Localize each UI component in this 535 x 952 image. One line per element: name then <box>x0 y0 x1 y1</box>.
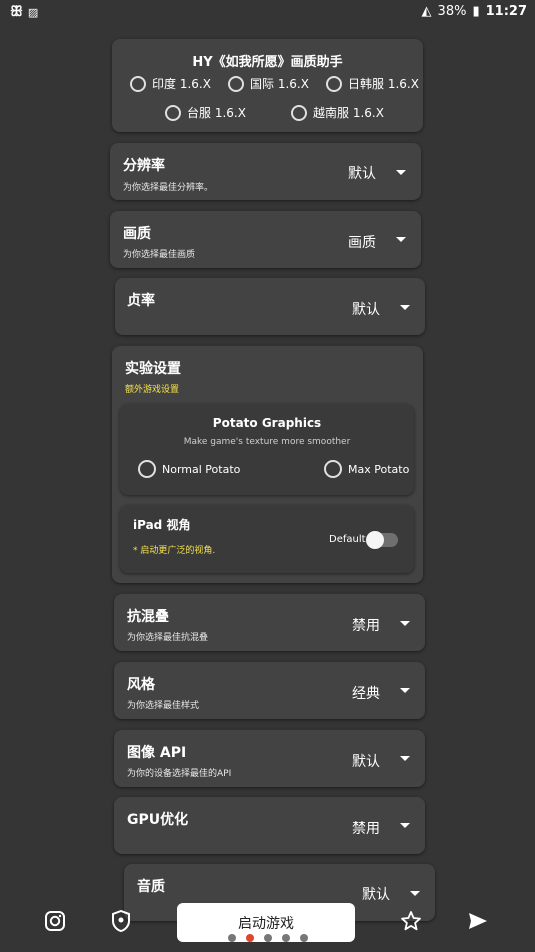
antialias-subtitle: 为你选择最佳抗混叠 <box>127 633 209 643</box>
ipad-toggle-label: Default <box>329 534 366 545</box>
quality-title: 画质 <box>123 226 151 242</box>
radio-circle[interactable] <box>291 104 307 121</box>
chevron-down-icon[interactable] <box>400 823 410 828</box>
antialias-card[interactable]: 抗混叠 为你选择最佳抗混叠 禁用 <box>114 594 425 651</box>
gpu-title: GPU优化 <box>127 812 189 828</box>
radio-max-potato[interactable]: Max Potato <box>324 460 409 478</box>
style-title: 风格 <box>127 677 155 693</box>
radio-vietnam[interactable]: 越南服 1.6.X <box>291 104 384 121</box>
chevron-down-icon[interactable] <box>400 305 410 310</box>
star-icon[interactable] <box>400 910 422 932</box>
antialias-title: 抗混叠 <box>127 609 169 625</box>
server-card-title: HY《如我所愿》画质助手 <box>192 55 343 70</box>
gpu-value[interactable]: 禁用 <box>352 818 380 838</box>
radio-label: Max Potato <box>348 462 410 476</box>
game-icon: ꕥ <box>10 4 23 20</box>
radio-global[interactable]: 国际 1.6.X <box>228 75 309 92</box>
radio-label: 越南服 1.6.X <box>313 106 384 120</box>
experimental-subtitle: 额外游戏设置 <box>125 385 180 395</box>
potato-card: Potato Graphics Make game's texture more… <box>120 404 414 495</box>
graphics-api-title: 图像 API <box>127 745 187 761</box>
framerate-title: 贞率 <box>127 293 155 309</box>
radio-circle[interactable] <box>165 104 181 121</box>
resolution-card[interactable]: 分辨率 为你选择最佳分辨率。 默认 <box>110 143 421 200</box>
framerate-card[interactable]: 贞率 默认 <box>115 278 425 335</box>
experimental-card: 实验设置 额外游戏设置 Potato Graphics Make game's … <box>112 346 423 583</box>
page-dot <box>228 934 236 942</box>
graphics-api-value[interactable]: 默认 <box>352 751 380 771</box>
radio-label: 台服 1.6.X <box>187 106 246 120</box>
radio-taiwan[interactable]: 台服 1.6.X <box>165 104 246 121</box>
ipad-note: * 启动更广泛的视角. <box>133 546 216 556</box>
framerate-value[interactable]: 默认 <box>352 299 380 319</box>
style-card[interactable]: 风格 为你选择最佳样式 经典 <box>114 662 425 719</box>
chevron-down-icon[interactable] <box>396 170 406 175</box>
chevron-down-icon[interactable] <box>410 891 420 896</box>
page-dot-active <box>246 934 254 942</box>
battery-icon: ▮ <box>472 4 480 19</box>
resolution-value[interactable]: 默认 <box>348 163 376 183</box>
radio-circle[interactable] <box>326 75 342 92</box>
start-game-label: 启动游戏 <box>238 915 294 932</box>
potato-subtitle: Make game's texture more smoother <box>183 437 351 447</box>
chevron-down-icon[interactable] <box>396 237 406 242</box>
shield-icon[interactable] <box>111 910 131 932</box>
ipad-card: iPad 视角 * 启动更广泛的视角. Default <box>120 505 414 573</box>
toggle-knob[interactable] <box>366 531 384 549</box>
radio-normal-potato[interactable]: Normal Potato <box>138 460 240 478</box>
radio-circle[interactable] <box>324 460 342 478</box>
radio-label: 国际 1.6.X <box>250 77 309 91</box>
radio-india[interactable]: 印度 1.6.X <box>130 75 211 92</box>
style-value[interactable]: 经典 <box>352 683 380 703</box>
send-icon[interactable] <box>467 910 489 932</box>
status-time: 11:27 <box>485 4 527 19</box>
chevron-down-icon[interactable] <box>400 688 410 693</box>
radio-jpkr[interactable]: 日韩服 1.6.X <box>326 75 419 92</box>
quality-value[interactable]: 画质 <box>348 232 376 252</box>
status-left: ꕥ ▨ <box>10 4 38 20</box>
radio-circle[interactable] <box>138 460 156 478</box>
experimental-title: 实验设置 <box>125 361 181 377</box>
battery-percent: 38% <box>437 4 467 19</box>
quality-card[interactable]: 画质 为你选择最佳画质 画质 <box>110 211 421 268</box>
signal-icon: ◭ <box>421 4 432 19</box>
radio-label: Normal Potato <box>162 462 241 476</box>
page-dot <box>264 934 272 942</box>
ipad-toggle[interactable] <box>366 531 398 549</box>
gpu-card[interactable]: GPU优化 禁用 <box>114 797 425 854</box>
page-dot <box>282 934 290 942</box>
status-right: ◭ 38% ▮ 11:27 <box>422 4 527 19</box>
radio-label: 日韩服 1.6.X <box>348 77 419 91</box>
status-bar: ꕥ ▨ ◭ 38% ▮ 11:27 <box>0 0 535 24</box>
style-subtitle: 为你选择最佳样式 <box>127 701 200 711</box>
graphics-api-card[interactable]: 图像 API 为你的设备选择最佳的API 默认 <box>114 730 425 787</box>
quality-subtitle: 为你选择最佳画质 <box>123 250 196 260</box>
graphics-api-subtitle: 为你的设备选择最佳的API <box>127 769 232 779</box>
resolution-title: 分辨率 <box>123 158 165 174</box>
chevron-down-icon[interactable] <box>400 621 410 626</box>
ipad-title: iPad 视角 <box>133 518 191 532</box>
image-icon: ▨ <box>27 6 39 19</box>
page-dot <box>300 934 308 942</box>
instagram-icon[interactable] <box>44 910 66 932</box>
potato-title: Potato Graphics <box>212 416 322 430</box>
chevron-down-icon[interactable] <box>400 756 410 761</box>
radio-circle[interactable] <box>130 75 146 92</box>
server-card: HY《如我所愿》画质助手 印度 1.6.X 国际 1.6.X 日韩服 1.6.X… <box>112 39 423 132</box>
page-indicator <box>228 934 308 942</box>
radio-label: 印度 1.6.X <box>152 77 211 91</box>
audio-title: 音质 <box>137 879 165 895</box>
radio-circle[interactable] <box>228 75 244 92</box>
resolution-subtitle: 为你选择最佳分辨率。 <box>123 183 214 193</box>
antialias-value[interactable]: 禁用 <box>352 615 380 635</box>
